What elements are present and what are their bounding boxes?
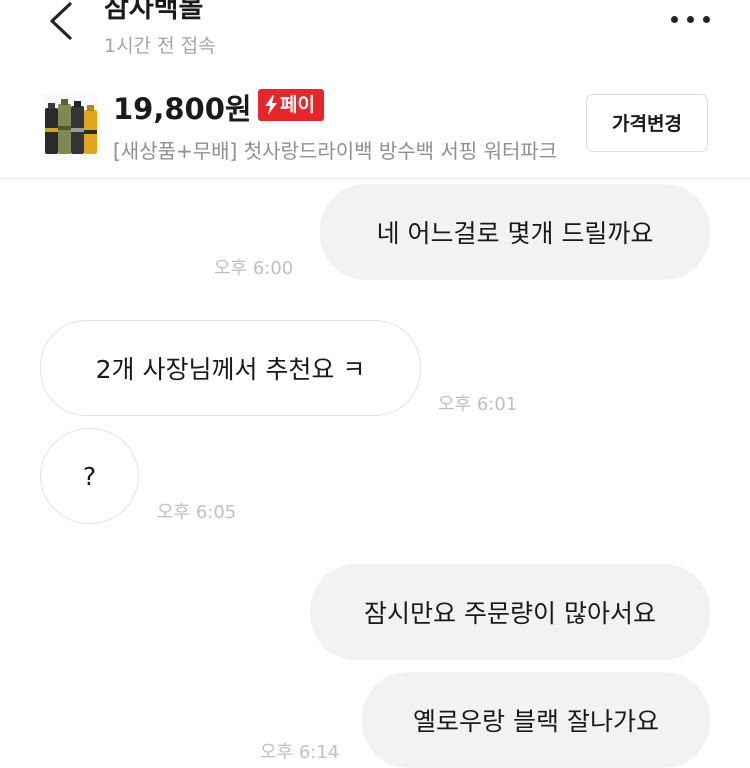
pay-badge-label: 페이 (280, 94, 315, 116)
change-price-button[interactable]: 가격변경 (586, 94, 708, 152)
message-time: 오후 6:14 (260, 742, 340, 763)
more-options-icon[interactable] (668, 8, 712, 30)
last-seen-status: 1시간 전 접속 (104, 35, 216, 57)
lightning-icon (265, 95, 277, 115)
chat-partner-name: 잠자백볼 (104, 0, 204, 24)
message-bubble-sent[interactable]: 네 어느걸로 몇개 드릴까요 (320, 184, 710, 280)
pay-badge: 페이 (258, 89, 324, 121)
message-bubble-sent[interactable]: 옐로우랑 블랙 잘나가요 (362, 672, 710, 768)
product-card[interactable]: 19,800원 페이 [새상품+무배] 첫사랑드라이백 방수백 서핑 워터파크 … (0, 74, 750, 179)
message-bubble-sent[interactable]: 잠시만요 주문량이 많아서요 (310, 564, 710, 660)
product-thumbnail (42, 94, 98, 160)
chat-header: 잠자백볼 1시간 전 접속 (0, 0, 750, 72)
message-time: 오후 6:00 (214, 258, 294, 279)
message-bubble-received[interactable]: ? (40, 428, 139, 524)
message-time: 오후 6:01 (438, 394, 518, 415)
product-price: 19,800원 (113, 92, 252, 126)
chevron-left-icon[interactable] (44, 0, 84, 44)
message-bubble-received[interactable]: 2개 사장님께서 추천요 ㅋ (40, 320, 421, 416)
product-title: [새상품+무배] 첫사랑드라이백 방수백 서핑 워터파크 (113, 139, 558, 163)
message-time: 오후 6:05 (157, 502, 237, 523)
